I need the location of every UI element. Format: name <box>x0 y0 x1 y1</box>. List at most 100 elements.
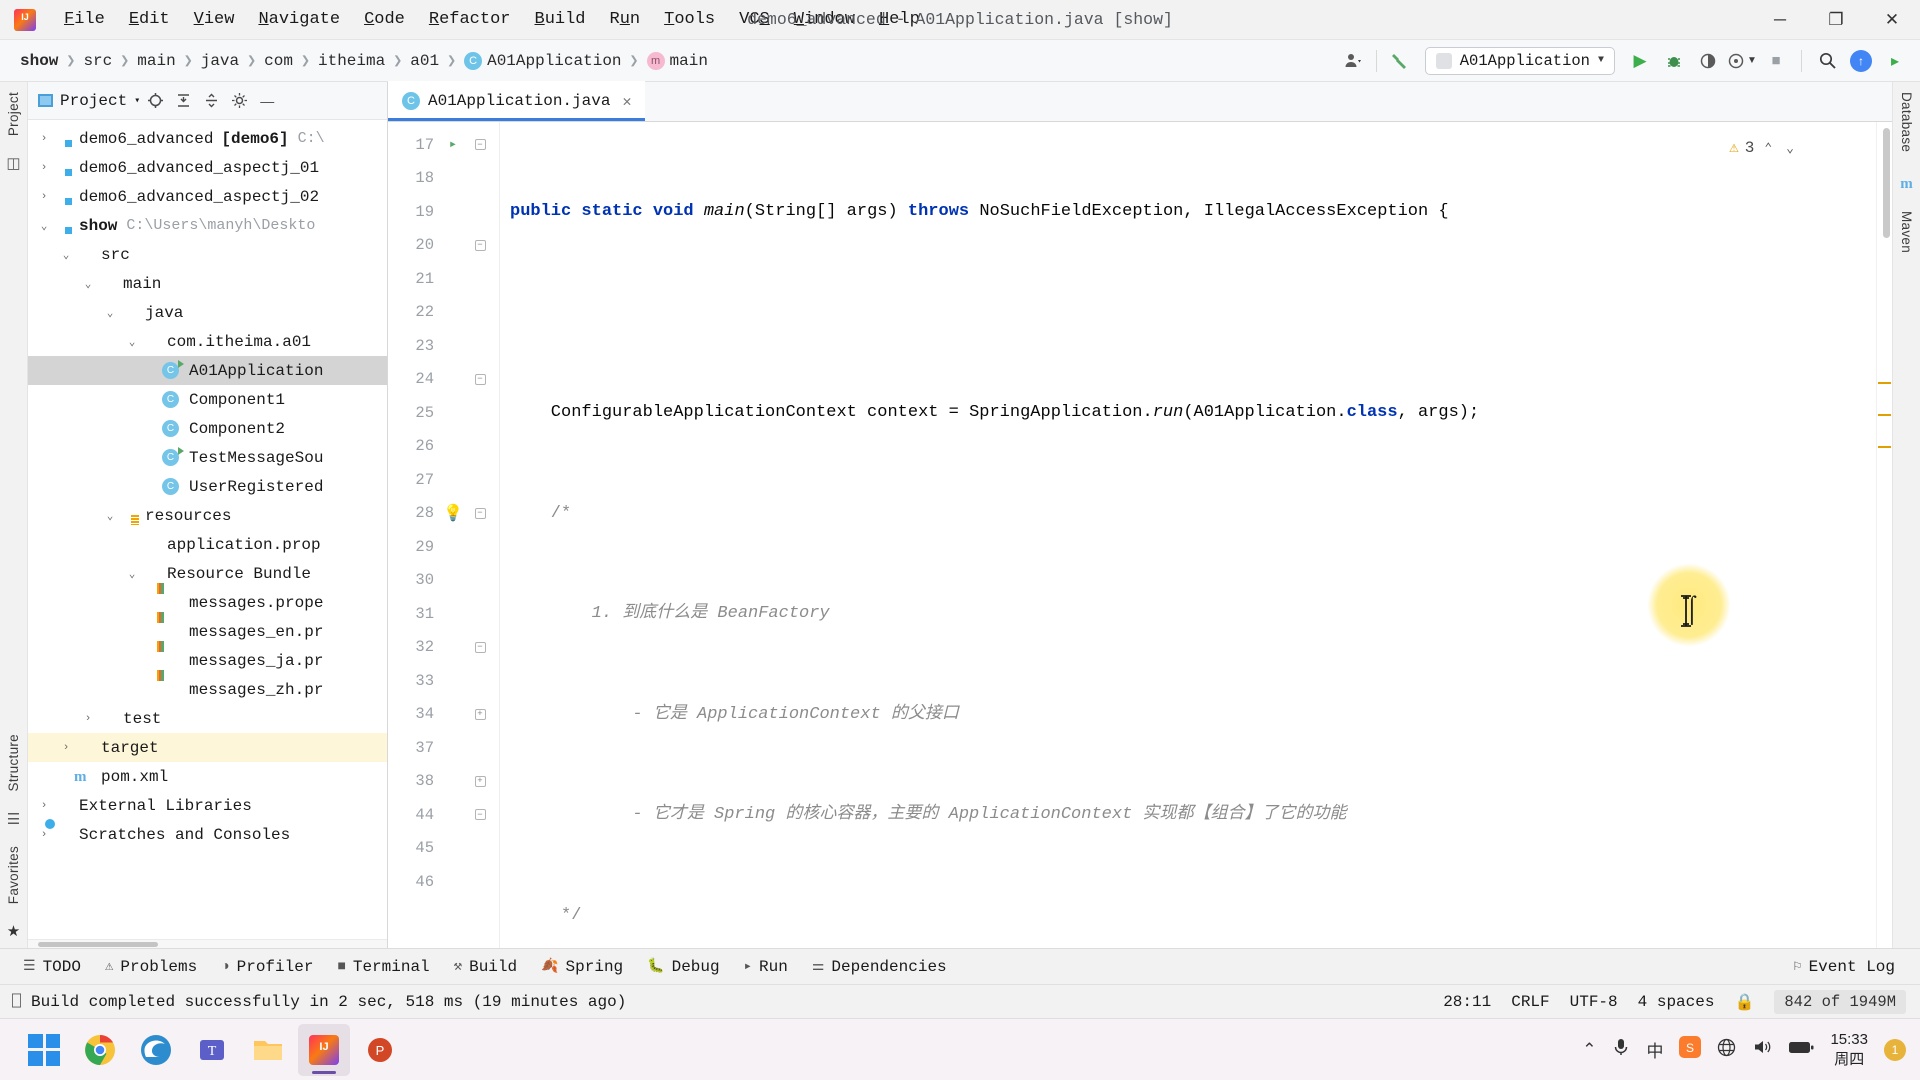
fold-marker[interactable]: − <box>474 507 486 519</box>
tree-expand-arrow[interactable]: ⌄ <box>124 567 140 581</box>
hide-panel-icon[interactable]: — <box>254 88 280 114</box>
menu-window[interactable]: Window <box>782 5 867 34</box>
line-separator[interactable]: CRLF <box>1511 993 1549 1011</box>
project-tree[interactable]: › demo6_advanced [demo6] C:\ › demo6_advanced… <box>28 120 387 939</box>
menu-edit[interactable]: Edit <box>117 5 182 34</box>
gutter-line-28[interactable]: 28 💡 − <box>388 497 500 531</box>
fold-marker[interactable]: − <box>474 641 486 653</box>
menu-navigate[interactable]: Navigate <box>246 5 352 34</box>
menu-code[interactable]: Code <box>352 5 417 34</box>
locate-icon[interactable] <box>142 88 168 114</box>
run-with-coverage-button[interactable] <box>1693 46 1723 76</box>
project-panel-title[interactable]: Project ▾ <box>34 92 140 110</box>
breadcrumb-src[interactable]: src <box>77 50 118 72</box>
gutter-line-34[interactable]: 34 + <box>388 698 500 732</box>
gutter-line-17[interactable]: 17 ▸ − <box>388 128 500 162</box>
gutter-line-46[interactable]: 46 <box>388 865 500 899</box>
edge-icon[interactable] <box>130 1024 182 1076</box>
inspection-widget[interactable]: ⚠ 3 ⌃ ⌄ <box>1729 132 1798 166</box>
taskbar-clock[interactable]: 15:33 周四 <box>1830 1031 1868 1069</box>
tree-node-resources[interactable]: ⌄ resources <box>28 501 387 530</box>
notification-run-icon[interactable]: ▸ <box>1880 46 1910 76</box>
toolwindow-button-debug[interactable]: 🐛 Debug <box>636 954 730 980</box>
chevron-up-icon[interactable]: ⌃ <box>1582 1040 1596 1060</box>
tree-expand-arrow[interactable]: › <box>58 742 74 754</box>
gutter-line-37[interactable]: 37 <box>388 731 500 765</box>
intention-bulb-icon[interactable]: 💡 <box>443 503 463 523</box>
sidebar-tab-database[interactable]: Database <box>1899 82 1914 162</box>
indent-setting[interactable]: 4 spaces <box>1638 993 1715 1011</box>
tree-node-userregistered[interactable]: ›CUserRegistered <box>28 472 387 501</box>
menu-run[interactable]: Run <box>598 5 653 34</box>
ime-icon[interactable]: 中 <box>1646 1037 1663 1062</box>
sidebar-tab-structure[interactable]: Structure <box>6 724 21 801</box>
tree-node-messages-en-pr[interactable]: ›messages_en.pr <box>28 617 387 646</box>
marker-warning-2[interactable] <box>1878 414 1891 416</box>
editor-vertical-scrollbar[interactable] <box>1883 128 1890 238</box>
editor-marker-bar[interactable] <box>1876 122 1892 948</box>
gutter-line-29[interactable]: 29 <box>388 530 500 564</box>
update-button[interactable]: ↑ <box>1846 46 1876 76</box>
close-button[interactable]: ✕ <box>1864 0 1920 40</box>
gutter-line-25[interactable]: 25 <box>388 396 500 430</box>
menu-view[interactable]: View <box>182 5 247 34</box>
tree-node-demo6-advanced-aspectj-02[interactable]: › demo6_advanced_aspectj_02 <box>28 182 387 211</box>
sogou-icon[interactable]: S <box>1679 1036 1702 1063</box>
breadcrumb-java[interactable]: java <box>195 50 245 72</box>
menu-build[interactable]: Build <box>523 5 598 34</box>
lock-icon[interactable]: 🔒 <box>1734 992 1754 1012</box>
stop-button[interactable]: ■ <box>1761 46 1791 76</box>
breadcrumb-show[interactable]: show <box>14 50 64 72</box>
event-log-button[interactable]: ⚐ Event Log <box>1782 954 1906 980</box>
tree-node-resource-bundle[interactable]: ⌄ Resource Bundle <box>28 559 387 588</box>
tree-node-messages-zh-pr[interactable]: ›messages_zh.pr <box>28 675 387 704</box>
gutter-line-45[interactable]: 45 <box>388 832 500 866</box>
chevron-down-icon[interactable]: ⌄ <box>1782 132 1798 166</box>
bookmark-star-icon[interactable]: ★ <box>7 922 20 940</box>
marker-warning-1[interactable] <box>1878 382 1891 384</box>
breadcrumb-main[interactable]: main <box>131 50 181 72</box>
fold-marker[interactable]: − <box>474 139 486 151</box>
gutter-line-26[interactable]: 26 <box>388 430 500 464</box>
toolwindow-button-problems[interactable]: ⚠ Problems <box>94 954 208 980</box>
breadcrumb-method[interactable]: m main <box>641 50 714 72</box>
memory-indicator[interactable]: 842 of 1949M <box>1774 989 1906 1014</box>
windows-start-icon[interactable] <box>18 1024 70 1076</box>
marker-warning-3[interactable] <box>1878 446 1891 448</box>
menu-tools[interactable]: Tools <box>652 5 727 34</box>
commit-icon[interactable]: ◫ <box>6 154 20 172</box>
tree-node-test[interactable]: › test <box>28 704 387 733</box>
breadcrumb-a01[interactable]: a01 <box>404 50 445 72</box>
gear-icon[interactable] <box>226 88 252 114</box>
tree-expand-arrow[interactable]: ⌄ <box>102 509 118 523</box>
minimize-button[interactable]: ─ <box>1752 0 1808 40</box>
run-gutter-icon[interactable]: ▸ <box>449 136 457 153</box>
microphone-icon[interactable] <box>1612 1037 1630 1062</box>
intellij-idea-icon[interactable]: IJ <box>298 1023 350 1076</box>
fold-marker[interactable]: − <box>474 809 486 821</box>
toolwindow-button-dependencies[interactable]: ⚌ Dependencies <box>801 954 958 980</box>
tree-node-a01application[interactable]: ›CA01Application <box>28 356 387 385</box>
breadcrumb-itheima[interactable]: itheima <box>312 50 391 72</box>
gutter-line-19[interactable]: 19 <box>388 195 500 229</box>
gutter-line-30[interactable]: 30 <box>388 564 500 598</box>
run-configuration-selector[interactable]: A01Application ▼ <box>1424 46 1615 75</box>
tree-expand-arrow[interactable]: ⌄ <box>36 219 52 233</box>
profile-button[interactable]: ▼ <box>1727 46 1757 76</box>
tree-node-show[interactable]: ⌄ show C:\Users\manyh\Deskto <box>28 211 387 240</box>
gutter-line-33[interactable]: 33 <box>388 664 500 698</box>
menu-file[interactable]: File <box>52 5 117 34</box>
run-button[interactable]: ▶ <box>1625 46 1655 76</box>
tree-expand-arrow[interactable]: › <box>36 800 52 812</box>
toolwindow-button-terminal[interactable]: ■ Terminal <box>326 954 440 980</box>
toolwindow-button-build[interactable]: ⚒ Build <box>443 954 528 980</box>
editor-gutter[interactable]: 17 ▸ −18 19 20−21 22 23 24−25 26 27 28 💡 −29 30 31 32−3… <box>388 122 500 948</box>
gutter-line-38[interactable]: 38 + <box>388 765 500 799</box>
menu-vcs[interactable]: VCS <box>727 5 782 34</box>
file-explorer-icon[interactable] <box>242 1024 294 1076</box>
expand-icon[interactable] <box>198 88 224 114</box>
toolwindow-button-run[interactable]: ▸ Run <box>733 954 799 980</box>
build-hammer-icon[interactable] <box>1385 46 1415 76</box>
chevron-up-icon[interactable]: ⌃ <box>1760 132 1776 166</box>
tree-node-demo6-advanced[interactable]: › demo6_advanced [demo6] C:\ <box>28 124 387 153</box>
